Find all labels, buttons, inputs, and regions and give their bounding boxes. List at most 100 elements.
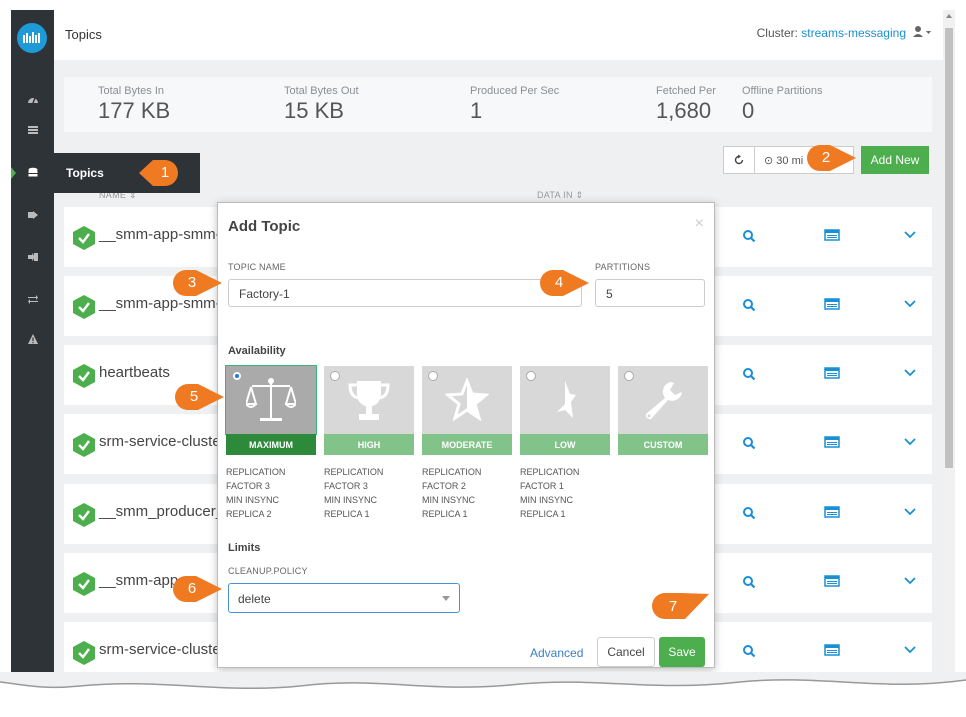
availability-radio[interactable] <box>526 371 536 381</box>
details-icon[interactable] <box>824 229 840 241</box>
availability-option-high[interactable]: HIGH <box>324 366 414 456</box>
topic-name[interactable]: srm-service-cluste <box>99 641 221 658</box>
topic-name[interactable]: __smm-app-smm- <box>99 226 221 243</box>
stat-label: Total Bytes In <box>98 85 165 97</box>
topic-name[interactable]: srm-service-cluste <box>99 433 221 450</box>
sidebar <box>11 10 54 682</box>
step-callout-2: 2 <box>806 143 856 173</box>
cluster-selector[interactable]: Cluster: streams-messaging <box>757 26 906 40</box>
callout-number: 1 <box>160 164 170 181</box>
availability-radio[interactable] <box>232 371 242 381</box>
callout-number: 2 <box>821 149 831 166</box>
add-new-button[interactable]: Add New <box>861 146 929 174</box>
availability-option-label: LOW <box>520 434 610 455</box>
healthy-status-icon <box>73 503 95 527</box>
details-icon[interactable] <box>824 367 840 379</box>
availability-radio[interactable] <box>624 371 634 381</box>
topics-icon[interactable] <box>11 162 54 184</box>
stat-total-bytes-out: Total Bytes Out 15 KB <box>284 85 359 124</box>
brokers-icon[interactable] <box>11 119 54 141</box>
availability-radio[interactable] <box>330 371 340 381</box>
refresh-button[interactable] <box>723 146 755 174</box>
cancel-button[interactable]: Cancel <box>597 637 655 667</box>
search-icon[interactable] <box>742 367 756 381</box>
desc-line: FACTOR 2 <box>422 481 466 491</box>
advanced-link[interactable]: Advanced <box>530 646 583 660</box>
stat-value: 15 KB <box>284 98 344 123</box>
chevron-down-icon[interactable] <box>904 577 916 585</box>
stats-panel: Total Bytes In 177 KB Total Bytes Out 15… <box>64 77 932 132</box>
app-window: Topics Cluster: streams-messaging Total … <box>11 10 954 682</box>
producers-icon[interactable] <box>11 204 54 226</box>
healthy-status-icon <box>73 433 95 457</box>
cleanup-policy-select[interactable]: delete <box>228 583 460 613</box>
cluster-name[interactable]: streams-messaging <box>801 26 906 40</box>
chevron-down-icon[interactable] <box>904 231 916 239</box>
availability-heading: Availability <box>228 345 286 357</box>
scroll-up-icon[interactable] <box>946 14 952 18</box>
topic-name[interactable]: __smm_producer_ <box>99 503 224 520</box>
stat-total-bytes-in: Total Bytes In 177 KB <box>98 85 170 124</box>
stat-label: Total Bytes Out <box>284 85 359 97</box>
desc-line: FACTOR 1 <box>520 481 564 491</box>
availability-option-maximum[interactable]: MAXIMUM <box>225 365 317 456</box>
app-logo[interactable] <box>17 23 47 53</box>
chevron-down-icon <box>442 596 450 601</box>
user-icon[interactable] <box>912 25 932 44</box>
partitions-label: PARTITIONS <box>595 262 651 272</box>
chevron-down-icon[interactable] <box>904 369 916 377</box>
desc-line: REPLICA 2 <box>226 509 272 519</box>
close-icon[interactable]: × <box>695 215 704 233</box>
availability-option-moderate[interactable]: MODERATE <box>422 366 512 456</box>
availability-option-custom[interactable]: CUSTOM <box>618 366 708 456</box>
availability-desc-high: REPLICATION FACTOR 3 MIN INSYNC REPLICA … <box>324 465 414 521</box>
desc-line: MIN INSYNC <box>324 495 378 505</box>
search-icon[interactable] <box>742 229 756 243</box>
chevron-down-icon[interactable] <box>904 646 916 654</box>
availability-desc-low: REPLICATION FACTOR 1 MIN INSYNC REPLICA … <box>520 465 610 521</box>
search-icon[interactable] <box>742 436 756 450</box>
callout-number: 3 <box>187 274 197 291</box>
replication-icon[interactable] <box>11 288 54 310</box>
desc-line: REPLICATION <box>422 467 482 477</box>
details-icon[interactable] <box>824 298 840 310</box>
consumers-icon[interactable] <box>11 246 54 268</box>
healthy-status-icon <box>73 295 95 319</box>
time-range-label: 30 mi <box>776 155 804 167</box>
limits-heading: Limits <box>228 542 261 554</box>
dashboard-icon[interactable] <box>11 89 54 111</box>
availability-radio[interactable] <box>428 371 438 381</box>
vertical-scrollbar[interactable] <box>943 10 955 682</box>
topic-name[interactable]: __smm-app <box>99 572 178 589</box>
scrollbar-thumb[interactable] <box>945 28 953 468</box>
availability-option-label: MODERATE <box>422 434 512 455</box>
save-button[interactable]: Save <box>659 637 705 667</box>
search-icon[interactable] <box>742 644 756 658</box>
details-icon[interactable] <box>824 575 840 587</box>
chevron-down-icon[interactable] <box>904 508 916 516</box>
partitions-input[interactable]: 5 <box>595 279 705 307</box>
availability-option-label: HIGH <box>324 434 414 455</box>
chevron-down-icon[interactable] <box>904 438 916 446</box>
availability-option-label: MAXIMUM <box>226 434 316 455</box>
details-icon[interactable] <box>824 506 840 518</box>
topic-name-input[interactable]: Factory-1 <box>228 279 582 307</box>
desc-line: REPLICA 1 <box>520 509 566 519</box>
add-topic-dialog: Add Topic × TOPIC NAME Factory-1 PARTITI… <box>217 202 715 668</box>
search-icon[interactable] <box>742 506 756 520</box>
desc-line: FACTOR 3 <box>226 481 270 491</box>
details-icon[interactable] <box>824 436 840 448</box>
refresh-icon <box>734 154 744 165</box>
chevron-down-icon[interactable] <box>904 300 916 308</box>
details-icon[interactable] <box>824 644 840 656</box>
availability-desc-maximum: REPLICATION FACTOR 3 MIN INSYNC REPLICA … <box>226 465 316 521</box>
search-icon[interactable] <box>742 298 756 312</box>
topic-name[interactable]: heartbeats <box>99 364 170 381</box>
search-icon[interactable] <box>742 575 756 589</box>
alerts-icon[interactable] <box>11 328 54 350</box>
step-callout-4: 4 <box>539 268 589 298</box>
callout-number: 5 <box>189 388 199 405</box>
step-callout-5: 5 <box>174 382 224 412</box>
column-header-data-in[interactable]: DATA IN ⇕ <box>537 190 583 201</box>
availability-option-low[interactable]: LOW <box>520 366 610 456</box>
